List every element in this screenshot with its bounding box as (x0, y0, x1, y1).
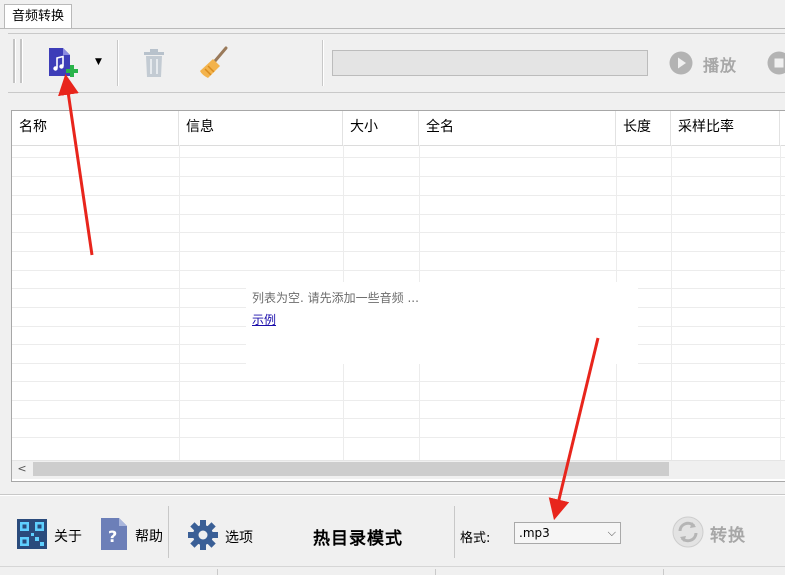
header-rule (12, 145, 785, 146)
bottom-separator-2 (454, 506, 455, 558)
clear-list-button[interactable] (196, 45, 232, 81)
column-header-sample-rate[interactable]: 采样比率 (671, 111, 780, 145)
row-rule (12, 400, 785, 401)
convert-label: 转换 (710, 521, 746, 546)
row-rule (12, 214, 785, 215)
convert-button[interactable] (672, 516, 704, 548)
options-label[interactable]: 选项 (225, 527, 253, 547)
delete-button[interactable] (140, 48, 168, 80)
row-rule (12, 418, 785, 419)
stop-icon (766, 50, 785, 76)
help-document-icon: ? (100, 517, 128, 551)
tab-audio-convert[interactable]: 音频转换 (4, 4, 72, 29)
row-rule (12, 270, 785, 271)
help-label[interactable]: 帮助 (135, 526, 163, 546)
add-dropdown-arrow[interactable]: ▼ (95, 57, 102, 67)
format-select[interactable]: .mp3 ⌵ (514, 522, 621, 544)
scroll-left-arrow[interactable]: < (14, 462, 30, 476)
help-button[interactable]: ? (100, 517, 128, 551)
column-header-size[interactable]: 大小 (343, 111, 419, 145)
column-rule (780, 145, 781, 467)
bottom-divider-highlight (0, 495, 785, 496)
bottom-separator (168, 506, 169, 558)
play-button[interactable] (668, 50, 694, 76)
format-label: 格式: (460, 527, 490, 546)
row-rule (12, 381, 785, 382)
play-label: 播放 (703, 52, 737, 76)
about-label[interactable]: 关于 (54, 526, 82, 546)
refresh-icon (672, 516, 704, 548)
example-link[interactable]: 示例 (252, 311, 276, 328)
row-rule (12, 157, 785, 158)
status-separator (435, 569, 436, 575)
row-rule (12, 176, 785, 177)
add-audio-icon (46, 46, 80, 82)
stop-button[interactable] (766, 50, 785, 76)
column-header-info[interactable]: 信息 (179, 111, 343, 145)
play-icon (668, 50, 694, 76)
row-rule (12, 251, 785, 252)
about-button[interactable] (17, 519, 47, 549)
column-header-fullname[interactable]: 全名 (419, 111, 616, 145)
hot-folder-mode-button[interactable]: 热目录模式 (313, 524, 403, 549)
column-header-name[interactable]: 名称 (12, 111, 179, 145)
row-rule (12, 437, 785, 438)
qr-code-icon (17, 519, 47, 549)
format-value: .mp3 (519, 526, 550, 540)
toolbar-grip-2[interactable] (20, 39, 23, 83)
svg-text:?: ? (108, 527, 117, 546)
toolbar-grip[interactable] (13, 39, 16, 83)
options-button[interactable] (188, 520, 218, 550)
toolbar-separator-2 (322, 40, 324, 86)
row-rule (12, 195, 785, 196)
empty-state-message: 列表为空. 请先添加一些音频 ... (252, 289, 419, 306)
broom-icon (196, 45, 232, 81)
column-rule (671, 145, 672, 467)
status-separator (217, 569, 218, 575)
toolbar-separator (117, 40, 119, 86)
scrollbar-thumb[interactable] (33, 462, 669, 476)
column-header-length[interactable]: 长度 (616, 111, 671, 145)
progress-bar (332, 50, 648, 76)
gear-icon (188, 520, 218, 550)
tab-divider (0, 28, 785, 29)
add-audio-button[interactable] (46, 46, 80, 82)
chevron-down-icon: ⌵ (608, 523, 616, 543)
row-rule (12, 232, 785, 233)
column-rule (179, 145, 180, 467)
tab-label: 音频转换 (12, 9, 64, 24)
status-separator (663, 569, 664, 575)
trash-icon (140, 48, 168, 80)
